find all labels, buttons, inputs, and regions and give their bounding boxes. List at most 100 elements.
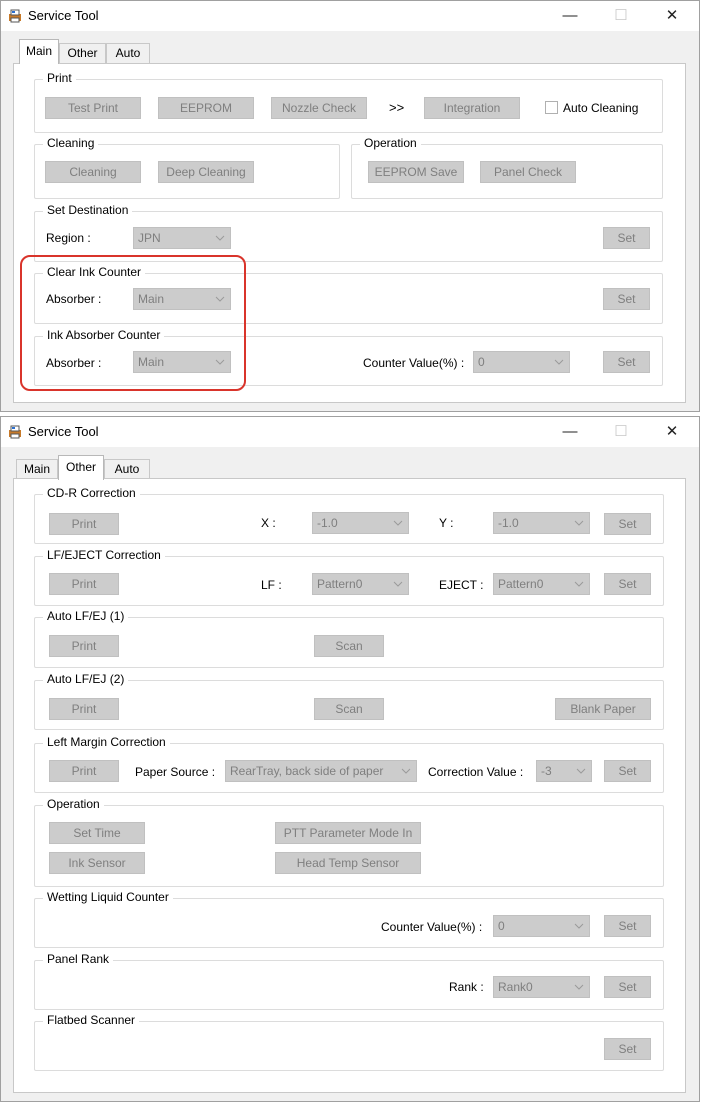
set-destination-group-label: Set Destination [43, 203, 133, 217]
auto1-print-button[interactable]: Print [49, 635, 119, 657]
correction-value-select[interactable]: -3 [536, 760, 592, 782]
chevron-down-icon [393, 520, 403, 526]
tab-auto[interactable]: Auto [106, 43, 150, 63]
close-icon: ✕ [665, 423, 679, 440]
chevron-down-icon [554, 359, 564, 365]
wetting-liquid-counter-group-label: Wetting Liquid Counter [43, 890, 173, 904]
maximize-button[interactable]: ☐ [598, 417, 644, 447]
eeprom-save-button[interactable]: EEPROM Save [368, 161, 464, 183]
lf-select[interactable]: Pattern0 [312, 573, 409, 595]
auto2-print-button[interactable]: Print [49, 698, 119, 720]
left-margin-correction-group-label: Left Margin Correction [43, 735, 170, 749]
auto-cleaning-checkbox[interactable] [545, 101, 558, 114]
deep-cleaning-button[interactable]: Deep Cleaning [158, 161, 254, 183]
tab-main[interactable]: Main [19, 39, 59, 64]
ink-absorber-counter-set-button[interactable]: Set [603, 351, 650, 373]
panel-rank-set-button[interactable]: Set [604, 976, 651, 998]
auto-lfej-1-group: Auto LF/EJ (1) Print Scan [34, 609, 664, 668]
clear-ink-absorber-value: Main [138, 292, 165, 306]
region-select[interactable]: JPN [133, 227, 231, 249]
eject-select[interactable]: Pattern0 [493, 573, 590, 595]
clear-ink-counter-group-label: Clear Ink Counter [43, 265, 146, 279]
chevron-down-icon [215, 296, 225, 302]
lf-eject-print-button[interactable]: Print [49, 573, 119, 595]
print-group-label: Print [43, 71, 76, 85]
blank-paper-button[interactable]: Blank Paper [555, 698, 651, 720]
left-margin-set-button[interactable]: Set [604, 760, 651, 782]
rank-value: Rank0 [498, 980, 533, 994]
wetting-counter-select[interactable]: 0 [493, 915, 590, 937]
y-label: Y : [439, 516, 454, 530]
close-button[interactable]: ✕ [649, 417, 695, 447]
minimize-button[interactable]: — [547, 1, 593, 31]
wetting-set-button[interactable]: Set [604, 915, 651, 937]
panel-check-button[interactable]: Panel Check [480, 161, 576, 183]
ink-absorber-value: Main [138, 355, 165, 369]
wetting-counter-label: Counter Value(%) : [381, 920, 483, 934]
wetting-liquid-counter-group: Wetting Liquid Counter Counter Value(%) … [34, 890, 664, 948]
auto2-scan-button[interactable]: Scan [314, 698, 384, 720]
operation-group-label: Operation [43, 797, 104, 811]
eject-label: EJECT : [439, 578, 484, 592]
x-value: -1.0 [317, 516, 338, 530]
ink-absorber-label: Absorber : [46, 356, 102, 370]
lf-eject-set-button[interactable]: Set [604, 573, 651, 595]
auto-cleaning-label: Auto Cleaning [563, 101, 639, 115]
tab-main[interactable]: Main [16, 459, 58, 479]
eeprom-button[interactable]: EEPROM [158, 97, 254, 119]
lf-label: LF : [261, 578, 282, 592]
cdr-print-button[interactable]: Print [49, 513, 119, 535]
auto1-scan-button[interactable]: Scan [314, 635, 384, 657]
set-destination-group: Set Destination Region : JPN Set [34, 203, 663, 262]
arrow-separator: >> [389, 100, 405, 115]
operation-group-label: Operation [360, 136, 421, 150]
paper-source-select[interactable]: RearTray, back side of paper [225, 760, 417, 782]
cdr-correction-group: CD-R Correction Print X : -1.0 Y : -1.0 … [34, 486, 664, 544]
ink-sensor-button[interactable]: Ink Sensor [49, 852, 145, 874]
nozzle-check-button[interactable]: Nozzle Check [271, 97, 367, 119]
y-value: -1.0 [498, 516, 519, 530]
tab-other[interactable]: Other [58, 455, 104, 480]
left-margin-print-button[interactable]: Print [49, 760, 119, 782]
y-select[interactable]: -1.0 [493, 512, 590, 534]
head-temp-sensor-button[interactable]: Head Temp Sensor [275, 852, 421, 874]
ptt-parameter-mode-button[interactable]: PTT Parameter Mode In [275, 822, 421, 844]
rank-select[interactable]: Rank0 [493, 976, 590, 998]
clear-ink-counter-set-button[interactable]: Set [603, 288, 650, 310]
set-destination-set-button[interactable]: Set [603, 227, 650, 249]
set-time-button[interactable]: Set Time [49, 822, 145, 844]
cleaning-button[interactable]: Cleaning [45, 161, 141, 183]
cdr-set-button[interactable]: Set [604, 513, 651, 535]
integration-button[interactable]: Integration [424, 97, 520, 119]
region-value: JPN [138, 231, 161, 245]
ink-absorber-select[interactable]: Main [133, 351, 231, 373]
clear-ink-absorber-select[interactable]: Main [133, 288, 231, 310]
operation-group: Operation EEPROM Save Panel Check [351, 136, 663, 199]
ink-absorber-counter-group: Ink Absorber Counter Absorber : Main Cou… [34, 328, 663, 386]
tab-other[interactable]: Other [59, 43, 106, 63]
ink-absorber-counter-group-label: Ink Absorber Counter [43, 328, 165, 342]
cdr-correction-group-label: CD-R Correction [43, 486, 140, 500]
counter-value-select[interactable]: 0 [473, 351, 570, 373]
close-button[interactable]: ✕ [649, 1, 695, 31]
print-group: Print Test Print EEPROM Nozzle Check >> … [34, 71, 663, 133]
operation-group: Operation Set Time PTT Parameter Mode In… [34, 797, 664, 887]
maximize-button[interactable]: ☐ [598, 1, 644, 31]
panel-rank-group: Panel Rank Rank : Rank0 Set [34, 952, 664, 1010]
flatbed-set-button[interactable]: Set [604, 1038, 651, 1060]
tab-auto[interactable]: Auto [104, 459, 150, 479]
window-title: Service Tool [28, 424, 99, 439]
wetting-counter-value: 0 [498, 919, 505, 933]
minimize-button[interactable]: — [547, 417, 593, 447]
x-select[interactable]: -1.0 [312, 512, 409, 534]
tab-panel-other: CD-R Correction Print X : -1.0 Y : -1.0 … [13, 478, 686, 1093]
auto-lfej-2-group-label: Auto LF/EJ (2) [43, 672, 129, 686]
minimize-icon: — [562, 7, 578, 24]
test-print-button[interactable]: Test Print [45, 97, 141, 119]
maximize-icon: ☐ [614, 7, 628, 24]
maximize-icon: ☐ [614, 423, 628, 440]
chevron-down-icon [401, 768, 411, 774]
eject-value: Pattern0 [498, 577, 544, 591]
left-margin-correction-group: Left Margin Correction Print Paper Sourc… [34, 735, 664, 793]
panel-rank-group-label: Panel Rank [43, 952, 114, 966]
